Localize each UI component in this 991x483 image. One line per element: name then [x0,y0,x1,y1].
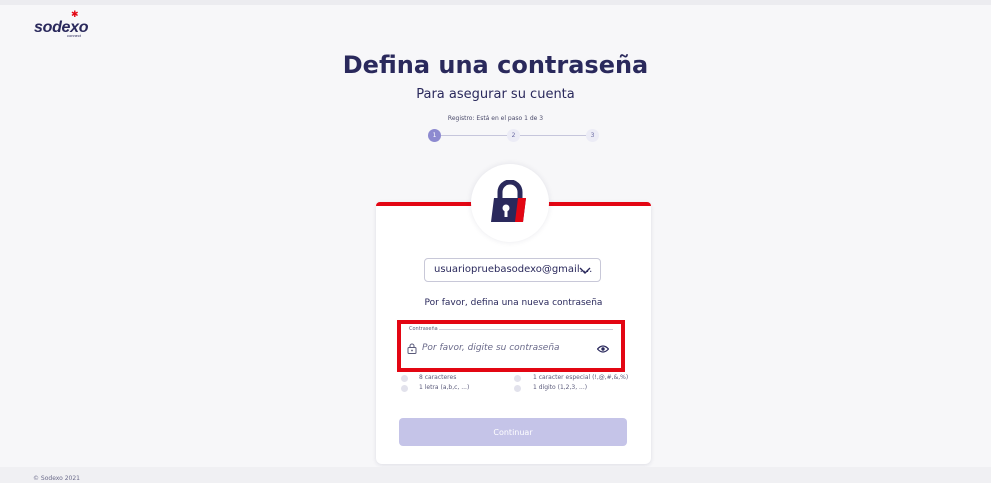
stepper-line [441,135,507,136]
requirement-indicator [514,385,521,392]
page-subtitle: Para asegurar su cuenta [416,87,575,102]
requirement-length: 8 caracteres [419,374,457,381]
helper-text: Por favor, defina una nueva contraseña [424,298,603,308]
lock-icon [407,343,417,354]
step-indicator-text: Registro: Está en el paso 1 de 3 [447,115,544,122]
page-title: Defina una contraseña [342,51,649,79]
stepper-line [520,135,586,136]
requirement-indicator [401,385,408,392]
password-input[interactable] [422,341,592,355]
password-label: Contraseña [409,326,438,332]
step-2: 2 [507,129,520,142]
padlock-icon [491,180,526,222]
stepper: 1 2 3 [428,129,599,143]
footer [0,467,991,483]
copyright-text: © Sodexo 2021 [33,475,80,482]
eye-icon[interactable] [597,345,609,353]
logo-subtext: connect [67,33,82,38]
requirement-special: 1 caracter especial (!,@,#,&,%) [533,374,629,381]
step-1: 1 [428,129,441,142]
lock-badge [471,164,549,242]
requirement-indicator [514,375,521,382]
requirement-digit: 1 dígito (1,2,3, ...) [533,384,588,391]
step-3: 3 [586,129,599,142]
chevron-down-icon [579,267,591,274]
email-select-value: usuariopruebasodexo@gmail.... [434,264,593,275]
password-label-line [439,329,613,330]
requirement-letter: 1 letra (a,b,c, ...) [419,384,470,391]
requirement-indicator [401,375,408,382]
top-border [0,0,991,5]
email-select[interactable]: usuariopruebasodexo@gmail.... [424,258,601,282]
logo-star-icon: ✱ [71,10,79,20]
continue-button[interactable]: Continuar [399,418,627,446]
